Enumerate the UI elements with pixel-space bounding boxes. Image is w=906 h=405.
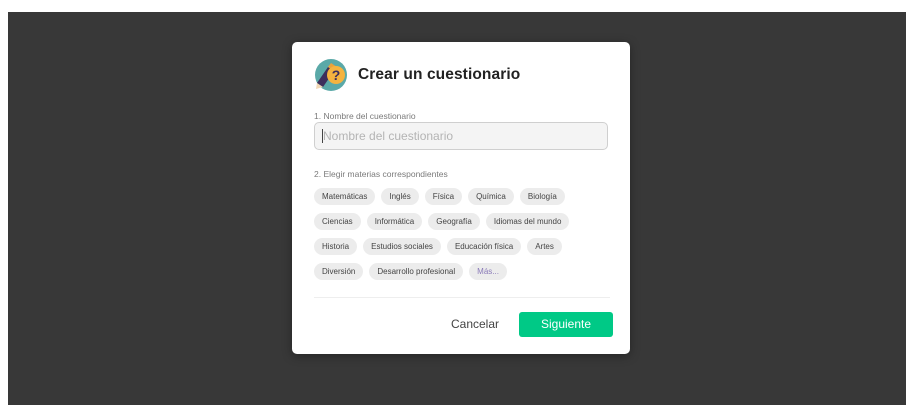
- step1-label: 1. Nombre del cuestionario: [314, 111, 416, 121]
- subject-chip[interactable]: Diversión: [314, 263, 364, 280]
- subject-chip[interactable]: Informática: [366, 213, 423, 230]
- dialog-footer-divider: [314, 297, 610, 298]
- next-button[interactable]: Siguiente: [519, 312, 613, 337]
- dialog-title: Crear un cuestionario: [358, 66, 521, 83]
- subject-chip-list: Matemáticas Inglés Física Química Biolog…: [314, 188, 610, 280]
- subject-chip[interactable]: Ciencias: [314, 213, 361, 230]
- text-caret: [322, 129, 323, 143]
- more-subjects-button[interactable]: Más...: [469, 263, 507, 280]
- question-mark-pencil-icon: ?: [315, 59, 347, 91]
- subject-chip[interactable]: Desarrollo profesional: [369, 263, 464, 280]
- subject-chip[interactable]: Estudios sociales: [363, 238, 441, 255]
- svg-text:?: ?: [332, 67, 341, 83]
- subject-chip[interactable]: Física: [424, 188, 463, 205]
- subject-chip[interactable]: Química: [468, 188, 514, 205]
- dialog-header: ? Crear un cuestionario: [314, 58, 520, 92]
- step2-label: 2. Elegir materias correspondientes: [314, 169, 448, 179]
- cancel-button[interactable]: Cancelar: [449, 312, 501, 336]
- subject-chip[interactable]: Matemáticas: [314, 188, 376, 205]
- subject-chip[interactable]: Geografía: [428, 213, 480, 230]
- subject-chip[interactable]: Inglés: [381, 188, 419, 205]
- subject-chip[interactable]: Artes: [527, 238, 562, 255]
- subject-chip[interactable]: Historia: [314, 238, 358, 255]
- subject-chip[interactable]: Biología: [519, 188, 565, 205]
- quiz-name-input[interactable]: [314, 122, 608, 150]
- subject-chip[interactable]: Idiomas del mundo: [485, 213, 570, 230]
- subject-chip[interactable]: Educación física: [446, 238, 522, 255]
